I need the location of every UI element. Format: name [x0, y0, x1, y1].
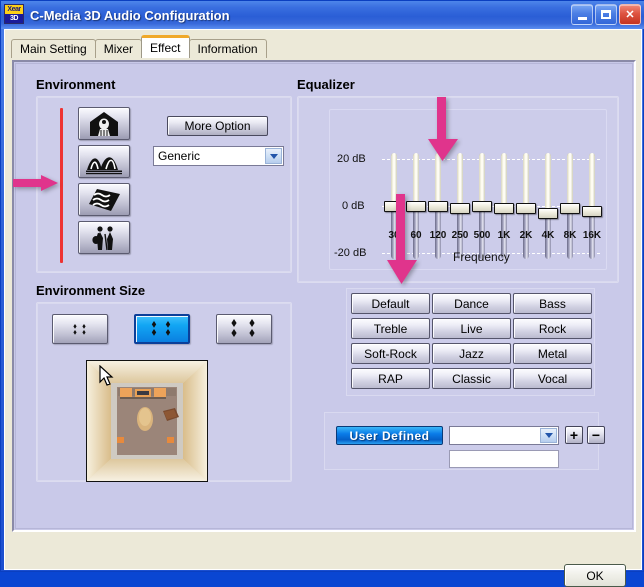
app-icon-top-text: Xear — [5, 5, 23, 14]
user-defined-combo[interactable] — [449, 426, 559, 445]
eq-preset-vocal[interactable]: Vocal — [513, 368, 592, 389]
eq-slider-1K[interactable] — [494, 153, 514, 259]
mountains-icon — [86, 156, 122, 174]
title-bar: Xear 3D C-Media 3D Audio Configuration ✕ — [1, 1, 644, 29]
tab-main-setting[interactable]: Main Setting — [11, 39, 96, 58]
eq-preset-soft-rock[interactable]: Soft-Rock — [351, 343, 430, 364]
eq-slider-250[interactable] — [450, 153, 470, 259]
eq-slider-120[interactable] — [428, 153, 448, 259]
eq-slider-2K[interactable] — [516, 153, 536, 259]
more-option-button[interactable]: More Option — [167, 116, 268, 136]
chevron-down-icon — [269, 153, 278, 159]
user-defined-combo-arrow[interactable] — [540, 428, 557, 443]
eq-slider-thumb[interactable] — [494, 203, 514, 215]
tab-effect[interactable]: Effect — [141, 35, 190, 58]
application-window: Xear 3D C-Media 3D Audio Configuration ✕… — [0, 0, 644, 587]
eq-preset-default[interactable]: Default — [351, 293, 430, 314]
eq-slider-thumb[interactable] — [472, 201, 492, 212]
tab-label: Mixer — [103, 42, 134, 56]
tab-mixer[interactable]: Mixer — [94, 39, 143, 58]
speakers-medium-icon — [151, 321, 171, 336]
maximize-button[interactable] — [595, 4, 617, 25]
eq-preset-treble[interactable]: Treble — [351, 318, 430, 339]
environment-size-small[interactable] — [52, 314, 108, 344]
tab-label: Information — [197, 42, 258, 56]
minimize-icon — [577, 16, 587, 20]
environment-size-group-title: Environment Size — [36, 283, 146, 298]
speakers-large-icon — [231, 319, 255, 337]
add-preset-button[interactable]: + — [565, 426, 583, 444]
environment-size-large[interactable] — [216, 314, 272, 344]
eq-slider-thumb[interactable] — [428, 201, 448, 212]
environment-preset-combo[interactable]: Generic — [153, 146, 284, 166]
carpet-wave-icon — [89, 188, 120, 211]
app-icon-bottom-text: 3D — [5, 14, 23, 23]
chevron-down-icon — [544, 433, 553, 438]
ok-button[interactable]: OK — [564, 564, 626, 587]
musicians-icon — [92, 225, 113, 250]
eq-axis-label-top: 20 dB — [337, 153, 366, 165]
window-title: C-Media 3D Audio Configuration — [30, 7, 230, 23]
environment-button-carpet[interactable] — [78, 183, 130, 216]
tab-label: Main Setting — [20, 42, 87, 56]
minimize-button[interactable] — [571, 4, 593, 25]
environment-button-concert[interactable] — [78, 221, 130, 254]
environment-preset-value: Generic — [158, 149, 201, 163]
mouse-cursor-icon — [99, 365, 114, 386]
equalizer-group-title: Equalizer — [297, 77, 355, 92]
annotation-arrow-environment — [13, 175, 58, 191]
maximize-icon — [601, 10, 611, 19]
eq-slider-thumb[interactable] — [538, 208, 558, 220]
eq-preset-rock[interactable]: Rock — [513, 318, 592, 339]
eq-preset-jazz[interactable]: Jazz — [432, 343, 511, 364]
speakers-small-icon — [73, 324, 86, 335]
client-area: Main Setting Mixer Effect Information En… — [4, 29, 642, 587]
annotation-arrow-equalizer-bottom — [387, 194, 417, 284]
remove-preset-button[interactable]: − — [587, 426, 605, 444]
combo-arrow-button[interactable] — [265, 148, 282, 164]
environment-button-mountains[interactable] — [78, 145, 130, 178]
room-preview — [86, 360, 208, 482]
eq-slider-thumb[interactable] — [450, 203, 470, 215]
eq-slider-thumb[interactable] — [582, 205, 602, 217]
eq-preset-metal[interactable]: Metal — [513, 343, 592, 364]
eq-slider-16K[interactable] — [582, 153, 602, 259]
app-icon: Xear 3D — [4, 4, 26, 26]
eq-preset-live[interactable]: Live — [432, 318, 511, 339]
tab-strip: Main Setting Mixer Effect Information — [11, 35, 267, 58]
eq-frequency-label-16K: 16K — [582, 230, 602, 241]
eq-preset-dance[interactable]: Dance — [432, 293, 511, 314]
eq-slider-4K[interactable] — [538, 153, 558, 259]
eq-slider-8K[interactable] — [560, 153, 580, 259]
plus-icon: + — [569, 427, 579, 443]
annotation-arrow-equalizer-top — [428, 97, 458, 161]
minus-icon: − — [591, 427, 601, 443]
house-cave-icon — [90, 111, 118, 136]
effect-panel: Environment More Option Generic Environm… — [12, 60, 636, 532]
eq-preset-classic[interactable]: Classic — [432, 368, 511, 389]
environment-group-title: Environment — [36, 77, 116, 92]
eq-preset-bass[interactable]: Bass — [513, 293, 592, 314]
user-defined-name-input[interactable] — [449, 450, 559, 468]
eq-preset-rap[interactable]: RAP — [351, 368, 430, 389]
equalizer-graph-panel: 20 dB 0 dB -20 dB 30 60 120 250 500 1K 2K 4K 8K 1… — [329, 109, 607, 270]
eq-axis-label-bottom: -20 dB — [334, 247, 367, 259]
eq-axis-label-mid: 0 dB — [342, 200, 365, 212]
user-defined-button[interactable]: User Defined — [336, 426, 443, 445]
close-icon: ✕ — [625, 9, 635, 21]
environment-button-cave[interactable] — [78, 107, 130, 140]
eq-frequency-axis-label: Frequency — [453, 250, 510, 264]
environment-size-medium[interactable] — [134, 314, 190, 344]
user-defined-panel: User Defined + − — [324, 412, 605, 470]
tab-information[interactable]: Information — [188, 39, 267, 58]
eq-slider-thumb[interactable] — [516, 203, 536, 215]
equalizer-preset-panel: Default Dance Bass Treble Live Rock Soft-Rock J… — [346, 288, 595, 396]
eq-slider-thumb[interactable] — [560, 203, 580, 215]
window-controls: ✕ — [571, 4, 641, 25]
close-button[interactable]: ✕ — [619, 4, 641, 25]
tab-label: Effect — [150, 41, 181, 55]
effect-panel-inner: Environment More Option Generic Environm… — [15, 63, 633, 529]
eq-slider-500[interactable] — [472, 153, 492, 259]
